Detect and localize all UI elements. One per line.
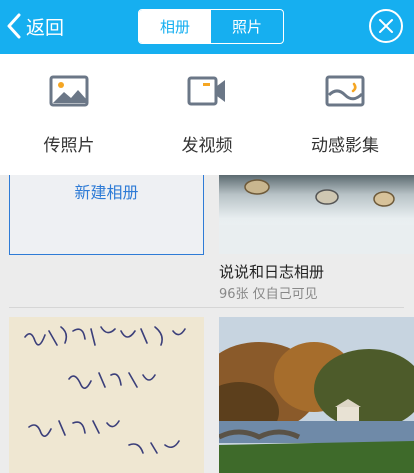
album-title[interactable]: 说说和日志相册 xyxy=(219,261,324,282)
album-cover-thumbnail[interactable] xyxy=(219,175,414,254)
handwriting-photo-thumbnail[interactable] xyxy=(9,317,204,473)
chevron-left-icon xyxy=(7,13,21,39)
video-camera-icon xyxy=(187,76,225,106)
photo-icon xyxy=(49,75,89,107)
upload-action-sheet: 传照片 发视频 动感影集 xyxy=(0,54,414,175)
album-grid: 新建相册 说说和日志相册 96张 仅自己可见 xyxy=(0,175,414,473)
album-cover-image xyxy=(219,179,414,254)
close-button[interactable] xyxy=(369,9,403,43)
new-album-label: 新建相册 xyxy=(74,183,139,202)
view-segmented-control: 相册 照片 xyxy=(138,9,284,44)
upload-photo-action[interactable]: 传照片 xyxy=(0,54,138,175)
slideshow-album-icon xyxy=(325,75,365,107)
upload-photo-label: 传照片 xyxy=(43,136,95,156)
park-landscape-image xyxy=(219,317,414,473)
close-icon xyxy=(379,19,393,33)
album-meta: 96张 仅自己可见 xyxy=(219,287,318,302)
tab-photos[interactable]: 照片 xyxy=(211,10,283,43)
back-label: 返回 xyxy=(26,16,65,39)
handwriting-image xyxy=(9,317,204,473)
post-video-action[interactable]: 发视频 xyxy=(138,54,276,175)
slideshow-album-action[interactable]: 动感影集 xyxy=(276,54,414,175)
tab-albums[interactable]: 相册 xyxy=(139,10,211,43)
new-album-button[interactable]: 新建相册 xyxy=(9,175,204,255)
post-video-label: 发视频 xyxy=(181,136,233,156)
slideshow-album-label: 动感影集 xyxy=(311,136,379,156)
row-divider xyxy=(9,307,404,308)
back-button[interactable]: 返回 xyxy=(6,10,64,42)
park-photo-thumbnail[interactable] xyxy=(219,317,414,473)
top-nav-bar: 返回 相册 照片 xyxy=(0,0,414,54)
